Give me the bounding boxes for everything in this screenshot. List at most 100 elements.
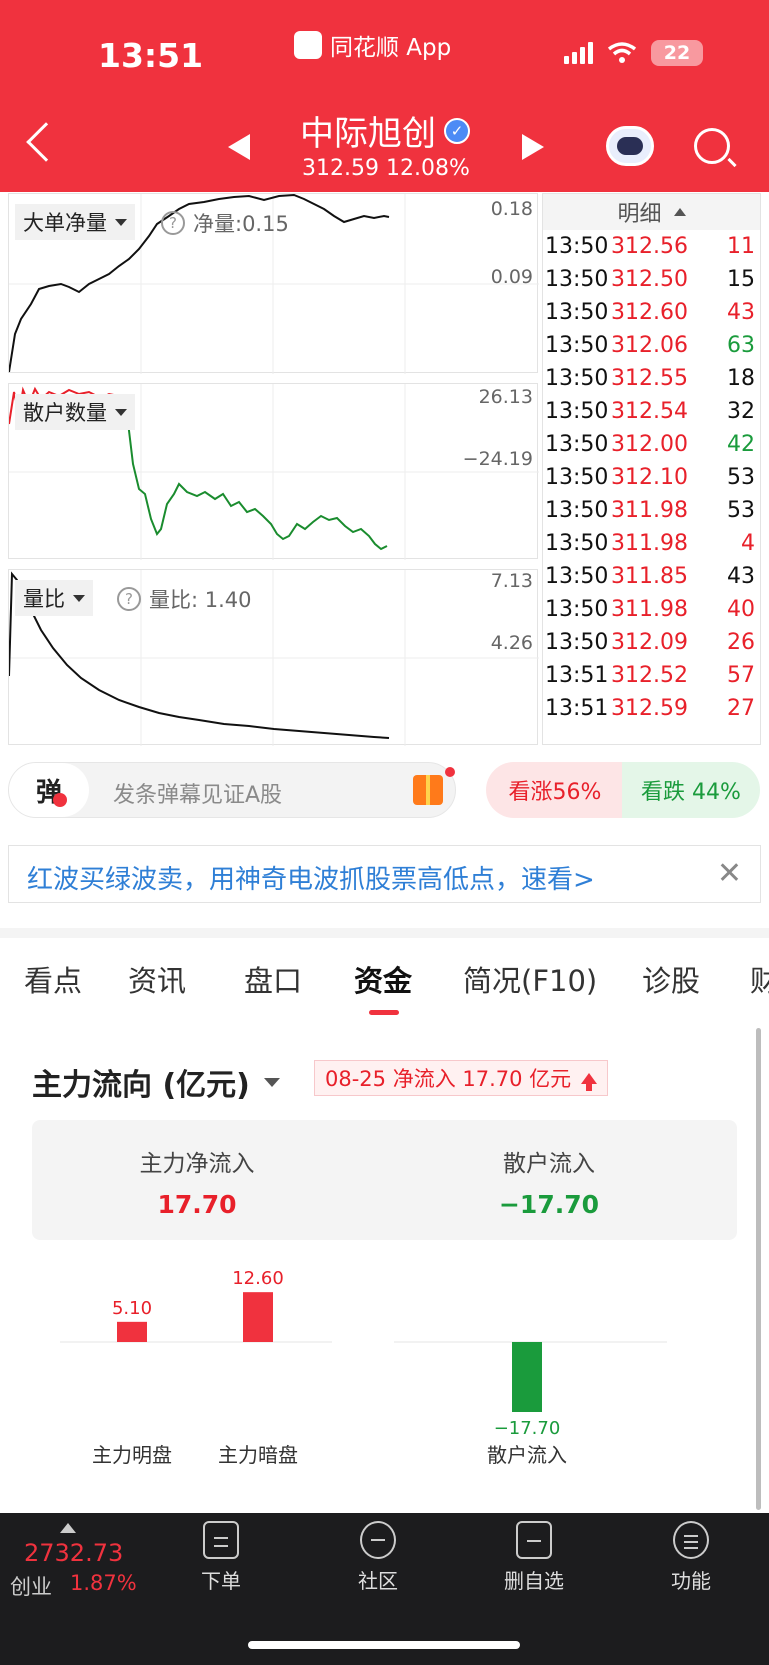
nav-functions[interactable]: 功能 [636, 1521, 746, 1594]
trade-detail-header[interactable]: 明细 [543, 194, 760, 230]
retail-count-chart[interactable]: 散户数量 26.13 −24.19 [8, 383, 539, 560]
close-icon[interactable]: ✕ [717, 856, 742, 891]
stock-price-value: 312.59 [302, 156, 379, 181]
help-icon[interactable]: ? [117, 587, 141, 611]
trade-volume: 63 [727, 333, 755, 358]
trade-price: 312.59 [611, 696, 688, 721]
retail-inflow-value: −17.70 [498, 1190, 600, 1219]
chevron-down-icon [115, 408, 127, 416]
trade-price: 311.85 [611, 564, 688, 589]
status-app-indicator[interactable]: 同花顺 App [294, 28, 451, 62]
index-expand-icon[interactable] [60, 1523, 76, 1533]
tab-finance[interactable]: 财 [750, 958, 769, 1000]
retail-inflow: 散户流入 −17.70 [384, 1144, 714, 1219]
tab-profile[interactable]: 简况(F10) [463, 958, 597, 1000]
trade-detail-row: 13:50 312.06 63 [543, 329, 760, 362]
trade-volume: 42 [727, 432, 755, 457]
retail-count-selector[interactable]: 散户数量 [15, 394, 135, 430]
search-icon[interactable] [694, 128, 730, 164]
nav-place-order[interactable]: 下单 [166, 1521, 276, 1594]
stock-price: 312.59 12.08% [302, 156, 470, 181]
battery-icon: 22 [651, 40, 703, 66]
trade-time: 13:50 [545, 267, 609, 292]
main-net-inflow-label: 主力净流入 [139, 1151, 255, 1177]
trade-detail-row: 13:50 312.55 18 [543, 362, 760, 395]
volume-ratio-selector[interactable]: 量比 [15, 580, 93, 616]
trade-detail-panel[interactable]: 明细 13:50 312.56 11 13:50 312.50 15 13:50 312.60… [542, 193, 761, 745]
trade-time: 13:50 [545, 597, 609, 622]
bar-value-label: 12.60 [232, 1268, 284, 1289]
index-value[interactable]: 2732.73 [24, 1539, 123, 1567]
next-stock-icon[interactable] [522, 134, 544, 160]
retail-inflow-label: 散户流入 [503, 1151, 595, 1177]
promo-banner[interactable]: 红波买绿波卖，用神奇电波抓股票高低点，速看> ✕ [8, 845, 761, 903]
back-icon[interactable] [26, 122, 66, 162]
verified-check-icon: ✓ [444, 117, 470, 144]
trade-volume: 15 [727, 267, 755, 292]
trade-time: 13:50 [545, 630, 609, 655]
help-icon[interactable]: ? [161, 211, 185, 235]
chevron-down-icon [263, 1077, 280, 1087]
capital-flow-selector[interactable]: 主力流向 (亿元) [32, 1060, 280, 1104]
volume-ratio-chart[interactable]: 量比 ? 量比: 1.40 7.13 4.26 [8, 569, 539, 746]
index-change-pct[interactable]: 1.87% [70, 1571, 137, 1595]
tab-diagnosis[interactable]: 诊股 [642, 958, 700, 1000]
capital-flow-bar-chart: 5.10 主力明盘 12.60 主力暗盘 −17.70 散户流入 [32, 1260, 737, 1500]
big-order-selector-label: 大单净量 [23, 211, 107, 235]
trade-time: 13:50 [545, 234, 609, 259]
intraday-charts: 大单净量 ? 净量:0.15 0.18 0.09 散户数量 26.13 −24.… [8, 193, 539, 746]
promo-banner-text[interactable]: 红波买绿波卖，用神奇电波抓股票高低点，速看> [27, 859, 595, 896]
bar-1 [243, 1292, 273, 1342]
home-indicator[interactable] [248, 1641, 520, 1649]
index-name[interactable]: 创业 [10, 1571, 52, 1601]
arrow-up-icon [581, 1072, 598, 1091]
tab-capital[interactable]: 资金 [354, 958, 412, 1000]
volume-ratio-axis-mid: 4.26 [490, 632, 533, 654]
trade-volume: 4 [741, 531, 755, 556]
trade-price: 312.56 [611, 234, 688, 259]
capital-flow-title: 主力流向 (亿元) [32, 1068, 250, 1103]
trade-time: 13:50 [545, 300, 609, 325]
vote-bearish-button[interactable]: 看跌 44% [622, 762, 760, 818]
trade-detail-row: 13:50 311.98 40 [543, 593, 760, 626]
order-document-icon [203, 1521, 239, 1559]
trade-time: 13:50 [545, 498, 609, 523]
danmu-input-bar[interactable]: 弹 发条弹幕见证A股 [8, 762, 456, 818]
big-order-selector[interactable]: 大单净量 [15, 204, 135, 240]
capital-summary-card: 主力净流入 17.70 散户流入 −17.70 [32, 1120, 737, 1240]
tab-highlights[interactable]: 看点 [24, 958, 82, 1000]
bar-value-label: 5.10 [112, 1298, 152, 1319]
menu-icon [673, 1521, 709, 1559]
danmu-toggle-button[interactable]: 弹 [9, 763, 89, 817]
previous-stock-icon[interactable] [228, 134, 250, 160]
vote-bullish-button[interactable]: 看涨56% [486, 762, 624, 818]
volume-ratio-axis-top: 7.13 [490, 570, 533, 592]
nav-remove-watchlist[interactable]: 删自选 [479, 1521, 589, 1594]
volume-ratio-selector-label: 量比 [23, 587, 65, 611]
gift-icon[interactable] [413, 775, 443, 805]
status-time: 13:51 [98, 36, 204, 75]
trade-time: 13:51 [545, 696, 609, 721]
nav-place-order-label: 下单 [201, 1569, 241, 1593]
trade-volume: 40 [727, 597, 755, 622]
detail-tabs: 看点 资讯 盘口 资金 简况(F10) 诊股 财 [0, 958, 769, 1018]
tab-orderbook[interactable]: 盘口 [244, 958, 302, 1000]
danmu-placeholder[interactable]: 发条弹幕见证A股 [113, 777, 282, 809]
trade-detail-row: 13:50 311.98 4 [543, 527, 760, 560]
bar-category-label: 散户流入 [487, 1443, 567, 1467]
stock-change-pct: 12.08% [385, 156, 470, 181]
trade-detail-rows: 13:50 312.56 11 13:50 312.50 15 13:50 312.60 43 1… [543, 230, 760, 725]
nav-community[interactable]: 社区 [323, 1521, 433, 1594]
main-net-inflow: 主力净流入 17.70 [32, 1144, 362, 1219]
scrollbar[interactable] [756, 1028, 761, 1510]
community-star-icon [360, 1521, 396, 1559]
retail-count-selector-label: 散户数量 [23, 401, 107, 425]
robot-assistant-icon[interactable] [606, 126, 654, 166]
bar-value-label: −17.70 [494, 1418, 561, 1439]
bar-0 [117, 1321, 147, 1342]
big-order-axis-top: 0.18 [490, 198, 533, 220]
trade-detail-row: 13:50 312.54 32 [543, 395, 760, 428]
trade-volume: 11 [727, 234, 755, 259]
big-order-chart[interactable]: 大单净量 ? 净量:0.15 0.18 0.09 [8, 193, 539, 374]
tab-news[interactable]: 资讯 [128, 958, 186, 1000]
